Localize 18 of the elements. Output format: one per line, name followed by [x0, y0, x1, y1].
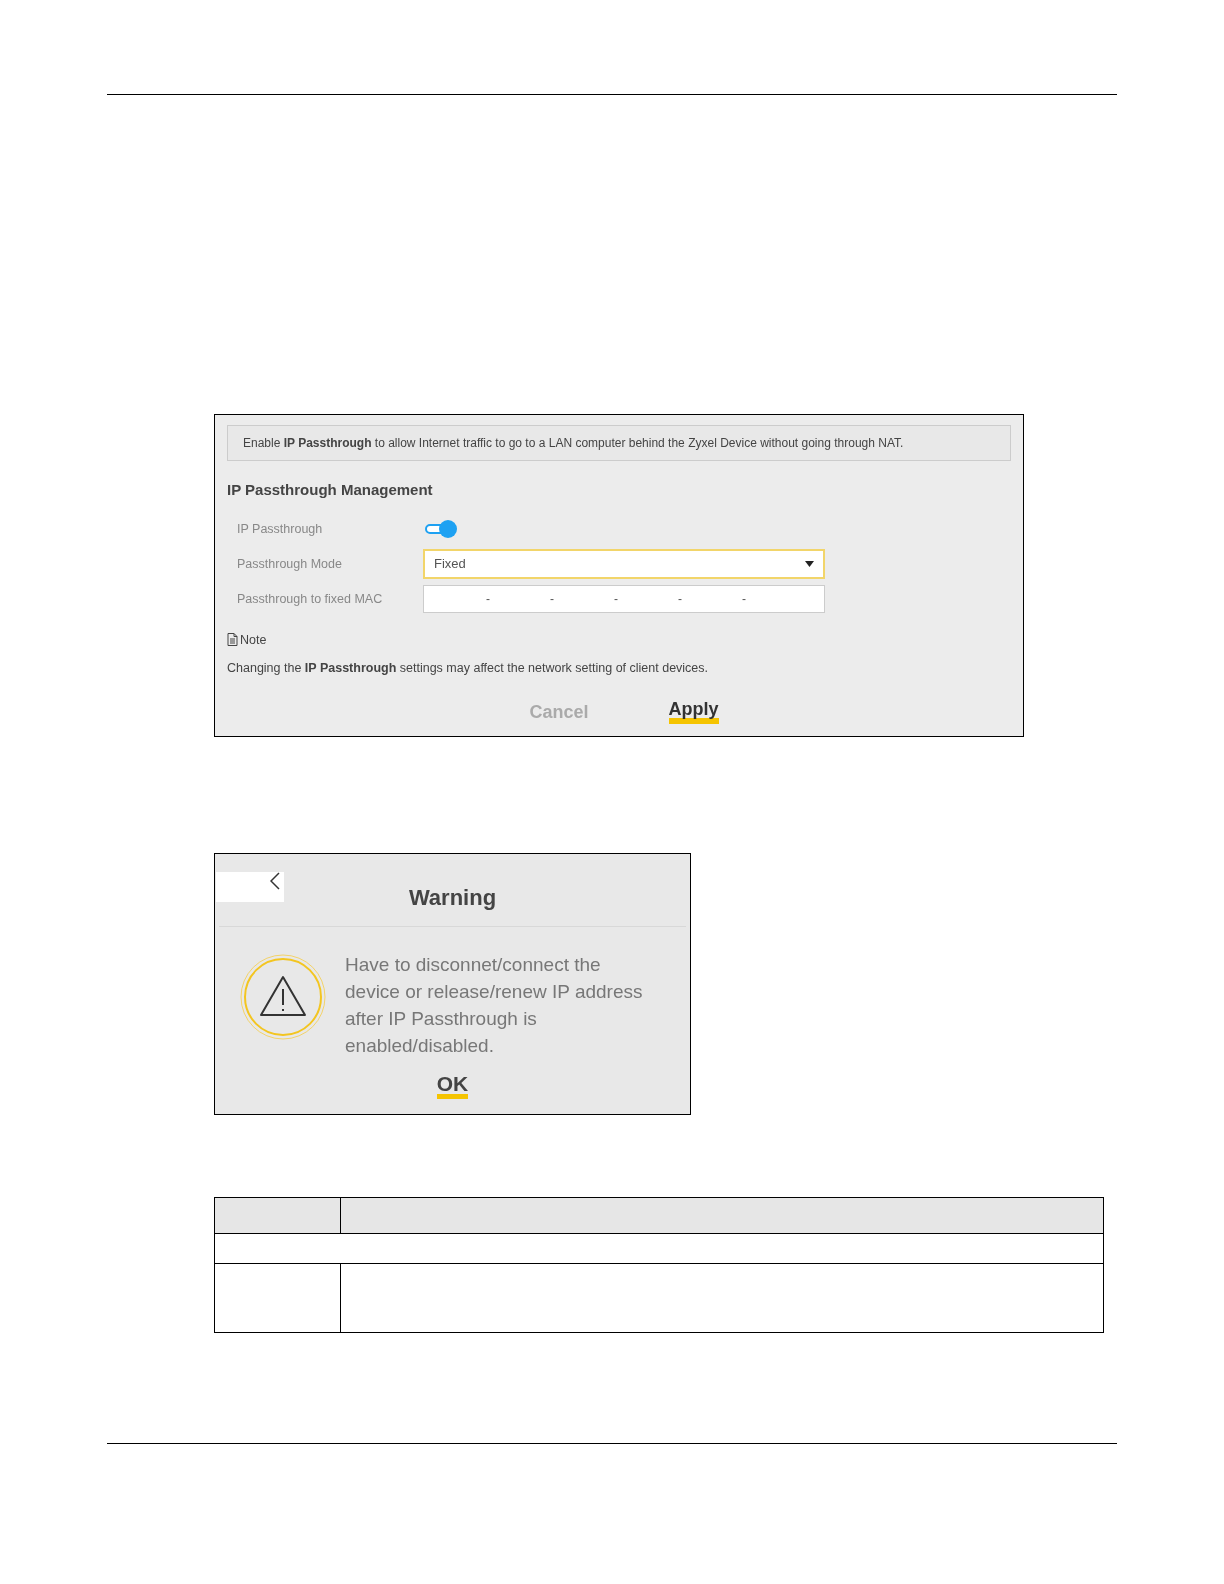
field-label: IP Passthrough [236, 520, 324, 538]
document-icon [227, 633, 238, 647]
note-text: Changing the IP Passthrough settings may affect the network setting of client devices. [227, 660, 710, 678]
mac-address-field[interactable]: - - - - - [423, 585, 825, 613]
back-button[interactable] [216, 872, 284, 902]
warning-icon [239, 953, 327, 1041]
ok-button[interactable]: OK [436, 1073, 469, 1099]
section-heading: IP Passthrough Management [227, 480, 434, 500]
field-label: Passthrough to fixed MAC [236, 590, 384, 608]
note-label: Note [240, 631, 267, 649]
intro-text: Enable IP Passthrough to allow Internet traffic to go to a LAN computer behind the Zyxel Device without going through NAT. [227, 425, 1011, 461]
back-icon [270, 872, 280, 890]
warning-message: Have to disconnet/connect the device or release/renew IP address after IP Passthrough is enabled/disabled. [345, 953, 644, 1058]
caret-icon [805, 561, 814, 567]
mode-dropdown[interactable]: Fixed [423, 549, 825, 579]
field-label: Passthrough Mode [236, 555, 343, 573]
action-button[interactable]: Apply [668, 700, 719, 724]
dialog-title: Warning [408, 883, 497, 912]
